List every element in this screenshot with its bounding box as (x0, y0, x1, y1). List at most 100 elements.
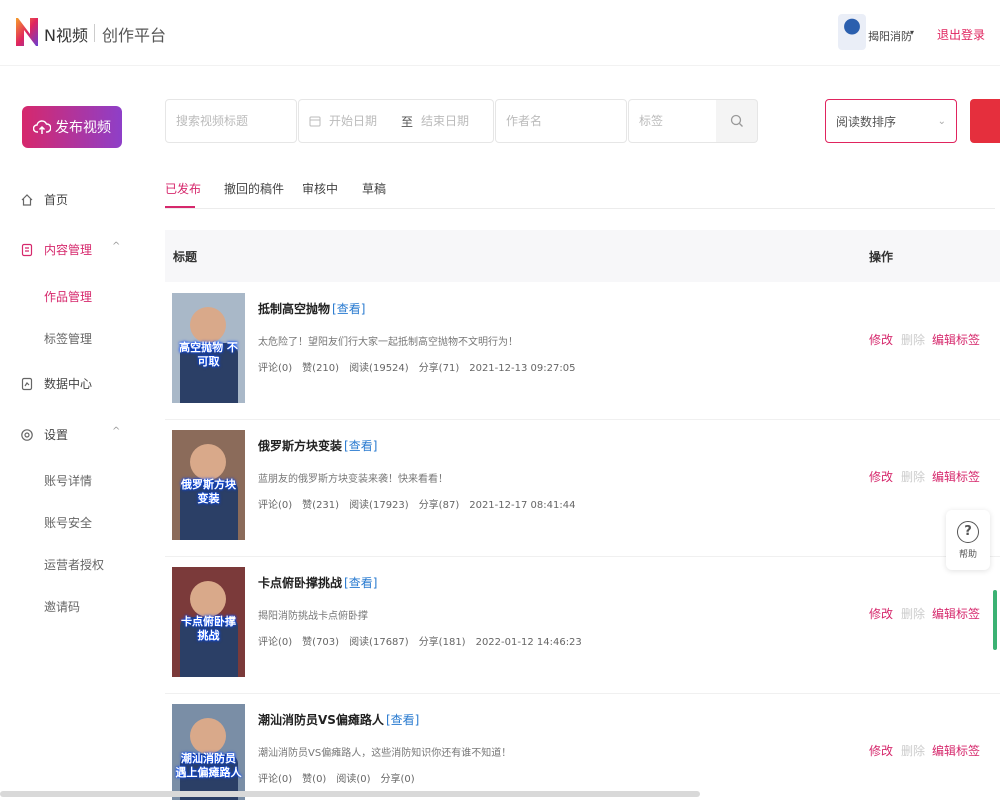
delete-button[interactable]: 删除 (901, 605, 925, 622)
author-field[interactable] (495, 99, 627, 143)
tab-withdrawn[interactable]: 撤回的稿件 (224, 180, 284, 197)
logout-link[interactable]: 退出登录 (937, 26, 985, 43)
brand-divider (94, 24, 95, 42)
publish-video-button[interactable]: 发布视频 (22, 106, 122, 148)
sidebar-item-settings[interactable]: 设置 (20, 426, 68, 443)
edit-tags-button[interactable]: 编辑标签 (932, 742, 980, 759)
view-link[interactable]: [查看] (344, 576, 377, 590)
sidebar-item-operator-auth[interactable]: 运营者授权 (44, 556, 104, 573)
delete-button[interactable]: 删除 (901, 468, 925, 485)
video-thumbnail[interactable]: 高空抛物 不可取 (172, 293, 245, 403)
calendar-icon (309, 116, 321, 127)
video-thumbnail[interactable]: 卡点俯卧撑 挑战 (172, 567, 245, 677)
user-name[interactable]: 揭阳消防 (868, 28, 912, 44)
publish-time: 2021-12-17 08:41:44 (469, 500, 576, 511)
comment-count: 评论(0) (258, 774, 293, 785)
data-icon (21, 377, 33, 390)
user-avatar[interactable] (838, 14, 866, 50)
vertical-scrollbar[interactable] (993, 590, 997, 650)
thumbnail-person-head (190, 307, 226, 343)
end-date-input[interactable] (421, 114, 494, 128)
title-search-input[interactable] (176, 114, 296, 128)
upload-cloud-icon (33, 120, 51, 134)
sidebar-item-home[interactable]: 首页 (20, 191, 68, 208)
video-title[interactable]: 潮汕消防员VS偏瘫路人 (258, 713, 384, 727)
sidebar-item-account-security[interactable]: 账号安全 (44, 514, 92, 531)
chevron-up-icon[interactable]: ^ (112, 426, 120, 437)
brand-name[interactable]: N视频 (44, 22, 88, 46)
read-count: 阅读(17687) (349, 637, 409, 648)
tab-drafts[interactable]: 草稿 (362, 180, 386, 197)
edit-tags-button[interactable]: 编辑标签 (932, 331, 980, 348)
video-title-line: 抵制高空抛物 [查看] (258, 300, 365, 317)
thumbnail-person-head (190, 581, 226, 617)
user-menu-caret-icon[interactable]: ▾ (910, 28, 914, 37)
tab-under-review[interactable]: 审核中 (302, 180, 338, 197)
help-button[interactable]: ? 帮助 (946, 510, 990, 570)
read-count: 阅读(17923) (349, 500, 409, 511)
tag-input[interactable] (639, 114, 717, 128)
publish-time: 2022-01-12 14:46:23 (475, 637, 582, 648)
platform-name: 创作平台 (102, 26, 167, 45)
tab-published[interactable]: 已发布 (165, 180, 201, 197)
delete-button[interactable]: 删除 (901, 742, 925, 759)
horizontal-scrollbar[interactable] (0, 791, 700, 797)
view-link[interactable]: [查看] (386, 713, 419, 727)
thumbnail-caption: 潮汕消防员 遇上偏瘫路人 (175, 752, 242, 779)
video-description: 潮汕消防员VS偏瘫路人，这些消防知识你还有谁不知道！ (258, 748, 512, 759)
view-link[interactable]: [查看] (332, 302, 365, 316)
app-logo-icon[interactable] (14, 16, 40, 48)
video-thumbnail[interactable]: 俄罗斯方块 变装 (172, 430, 245, 540)
action-button[interactable] (970, 99, 1000, 143)
video-title[interactable]: 抵制高空抛物 (258, 302, 330, 316)
sort-select[interactable]: 阅读数排序 ⌄ (825, 99, 957, 143)
edit-tags-button[interactable]: 编辑标签 (932, 468, 980, 485)
sidebar-item-data[interactable]: 数据中心 (20, 375, 92, 392)
chevron-up-icon[interactable]: ^ (112, 241, 120, 252)
video-description: 太危险了！望阳友们行大家一起抵制高空抛物不文明行为！ (258, 337, 518, 348)
sidebar-item-content[interactable]: 内容管理 (20, 241, 92, 258)
sidebar-item-tags[interactable]: 标签管理 (44, 330, 92, 347)
table-header: 标题 操作 (165, 230, 1000, 282)
content-icon (21, 243, 33, 256)
thumbnail-person-head (190, 718, 226, 754)
table-row: 潮汕消防员 遇上偏瘫路人 潮汕消防员VS偏瘫路人 [查看] 潮汕消防员VS偏瘫路人，这… (165, 694, 1000, 800)
sidebar-item-invite-code[interactable]: 邀请码 (44, 598, 80, 615)
author-input[interactable] (506, 114, 626, 128)
comment-count: 评论(0) (258, 500, 293, 511)
view-link[interactable]: [查看] (344, 439, 377, 453)
edit-button[interactable]: 修改 (869, 331, 893, 348)
video-stats: 评论(0) 赞(231) 阅读(17923) 分享(87) 2021-12-17 08:… (258, 496, 585, 511)
tag-field[interactable] (628, 99, 718, 143)
thumbnail-person-head (190, 444, 226, 480)
like-count: 赞(231) (302, 500, 340, 511)
video-description: 揭阳消防挑战卡点俯卧撑 (258, 611, 368, 622)
help-label: 帮助 (958, 549, 977, 560)
title-search-field[interactable] (165, 99, 297, 143)
column-header-operations: 操作 (869, 250, 894, 264)
share-count: 分享(71) (418, 363, 460, 374)
video-description: 蓝朋友的俄罗斯方块变装来袭！快来看看！ (258, 474, 448, 485)
sort-select-value: 阅读数排序 (836, 114, 897, 129)
edit-button[interactable]: 修改 (869, 468, 893, 485)
video-thumbnail[interactable]: 潮汕消防员 遇上偏瘫路人 (172, 704, 245, 800)
edit-button[interactable]: 修改 (869, 742, 893, 759)
sidebar-item-works[interactable]: 作品管理 (44, 288, 92, 305)
like-count: 赞(210) (302, 363, 340, 374)
video-title[interactable]: 卡点俯卧撑挑战 (258, 576, 342, 590)
video-stats: 评论(0) 赞(0) 阅读(0) 分享(0) (258, 770, 435, 785)
video-title[interactable]: 俄罗斯方块变装 (258, 439, 342, 453)
edit-button[interactable]: 修改 (869, 605, 893, 622)
share-count: 分享(0) (380, 774, 415, 785)
search-button[interactable] (716, 99, 758, 143)
share-count: 分享(87) (418, 500, 460, 511)
sidebar-item-account-details[interactable]: 账号详情 (44, 472, 92, 489)
start-date-input[interactable] (329, 114, 393, 128)
date-range-field[interactable]: 至 (298, 99, 494, 143)
like-count: 赞(703) (302, 637, 340, 648)
read-count: 阅读(0) (336, 774, 371, 785)
video-title-line: 卡点俯卧撑挑战 [查看] (258, 574, 377, 591)
edit-tags-button[interactable]: 编辑标签 (932, 605, 980, 622)
top-bar: N视频 创作平台 揭阳消防 ▾ 退出登录 (0, 0, 1000, 66)
delete-button[interactable]: 删除 (901, 331, 925, 348)
